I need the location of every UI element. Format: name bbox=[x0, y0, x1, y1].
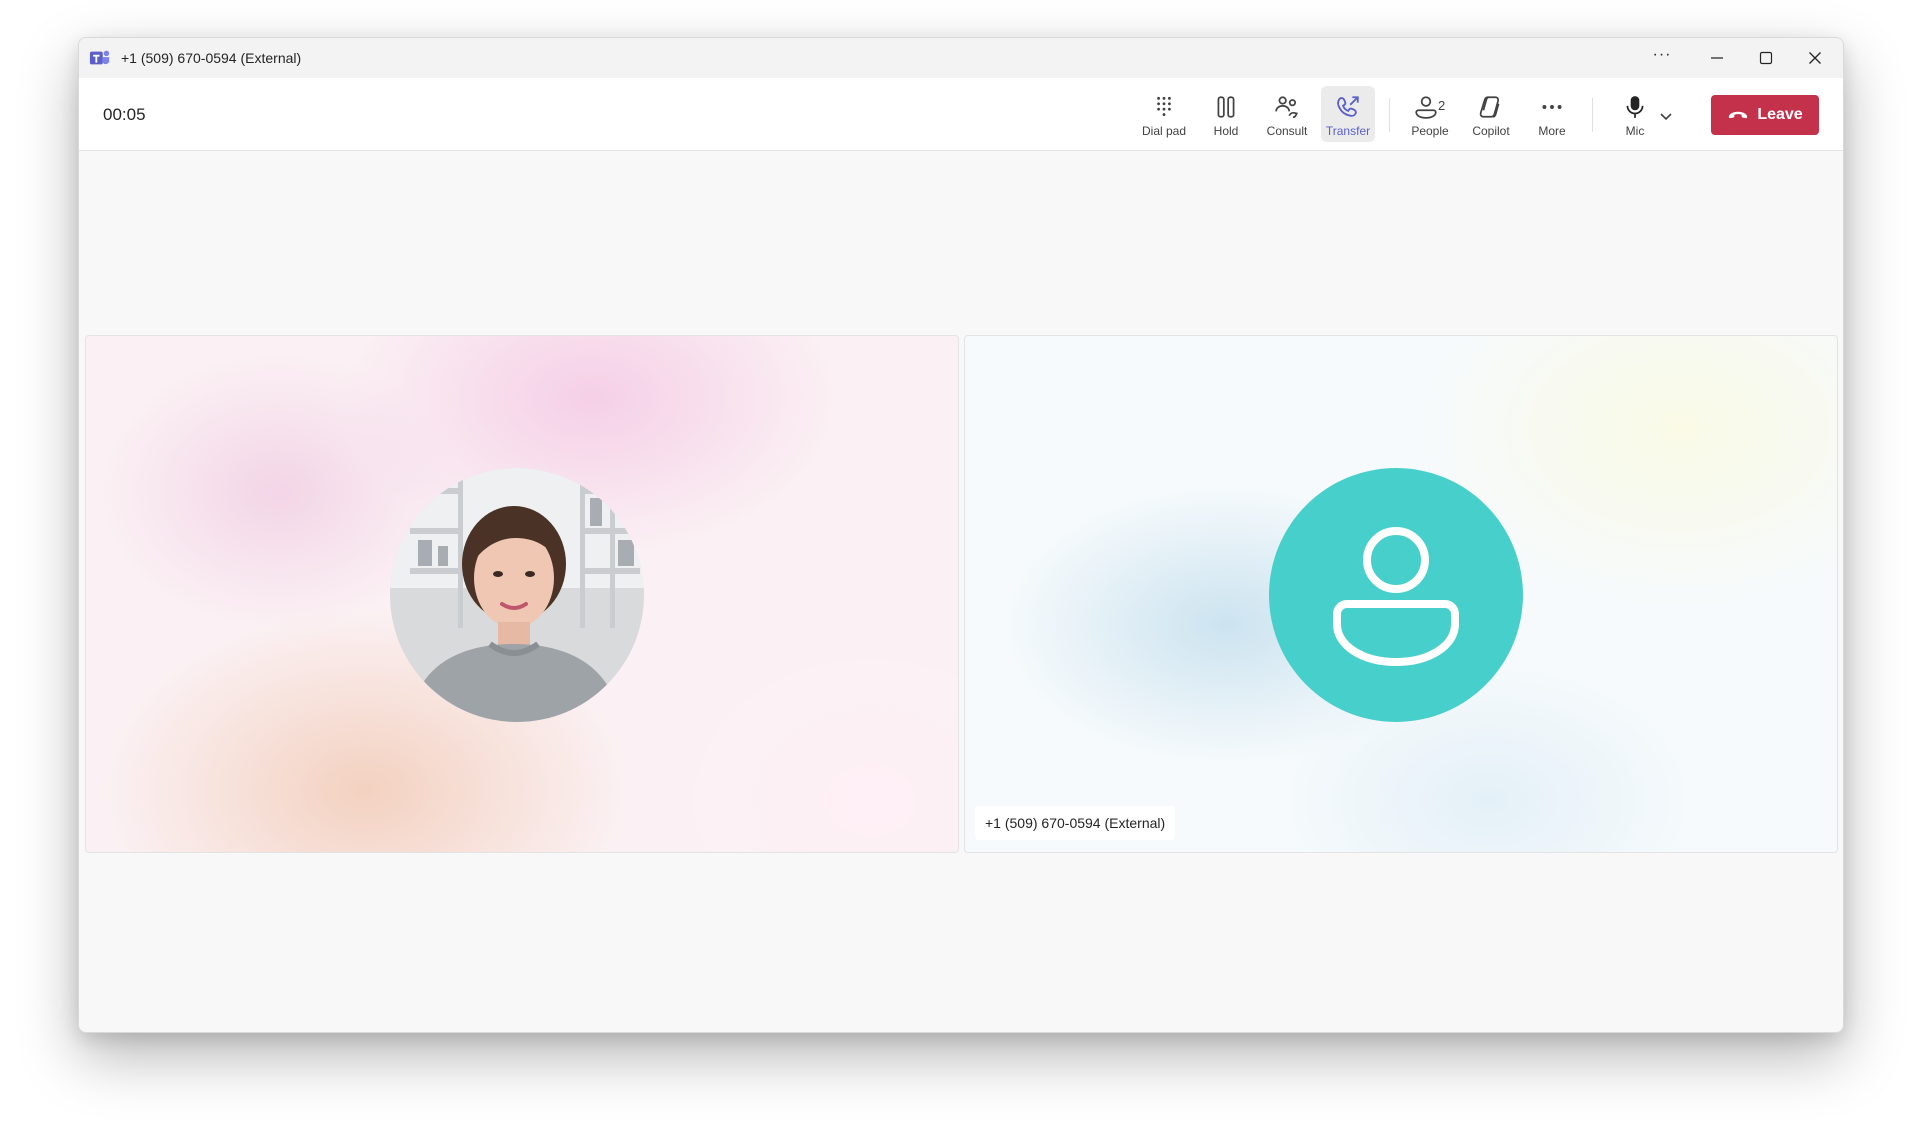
people-count: 2 bbox=[1438, 98, 1446, 113]
leave-button[interactable]: Leave bbox=[1711, 95, 1819, 135]
chevron-down-icon[interactable] bbox=[1656, 106, 1676, 126]
dial-pad-label: Dial pad bbox=[1141, 124, 1187, 138]
call-timer: 00:05 bbox=[103, 105, 146, 124]
participant-name-tag: +1 (509) 670-0594 (External) bbox=[975, 806, 1176, 840]
minimize-icon bbox=[1710, 57, 1723, 59]
window-more-button[interactable]: ··· bbox=[1634, 38, 1690, 75]
more-button[interactable]: More bbox=[1525, 86, 1579, 142]
copilot-icon bbox=[1479, 96, 1500, 118]
consult-button[interactable]: Consult bbox=[1260, 86, 1314, 142]
pause-icon bbox=[1217, 96, 1235, 118]
call-toolbar: 00:05 Dial pad Hold Consult Transfer 2 P… bbox=[79, 78, 1843, 151]
copilot-button[interactable]: Copilot bbox=[1464, 86, 1518, 142]
mic-button[interactable]: Mic bbox=[1608, 86, 1662, 142]
dial-pad-icon bbox=[1157, 96, 1171, 116]
participant-avatar bbox=[1269, 468, 1523, 722]
copilot-label: Copilot bbox=[1472, 124, 1510, 138]
close-button[interactable] bbox=[1790, 38, 1839, 78]
participant-photo-avatar bbox=[390, 468, 644, 722]
transfer-label: Transfer bbox=[1325, 124, 1371, 138]
maximize-button[interactable] bbox=[1741, 38, 1790, 78]
close-icon bbox=[1808, 52, 1821, 64]
participant-photo bbox=[390, 468, 644, 722]
hold-label: Hold bbox=[1213, 124, 1239, 138]
person-icon bbox=[1415, 96, 1437, 119]
minimize-button[interactable] bbox=[1692, 38, 1741, 78]
microphone-icon bbox=[1626, 96, 1644, 118]
call-window: +1 (509) 670-0594 (External) ··· 00:05 D… bbox=[78, 37, 1844, 1033]
people-label: People bbox=[1411, 124, 1449, 138]
person-icon bbox=[1333, 527, 1459, 667]
more-label: More bbox=[1538, 124, 1566, 138]
people-button[interactable]: 2 People bbox=[1403, 86, 1457, 142]
teams-icon bbox=[89, 50, 110, 65]
participant-tile-external: +1 (509) 670-0594 (External) bbox=[964, 335, 1838, 853]
consult-label: Consult bbox=[1266, 124, 1308, 138]
title-bar: +1 (509) 670-0594 (External) ··· bbox=[79, 38, 1843, 78]
hold-button[interactable]: Hold bbox=[1199, 86, 1253, 142]
window-title: +1 (509) 670-0594 (External) bbox=[121, 50, 302, 66]
leave-label: Leave bbox=[1757, 106, 1803, 123]
toolbar-divider bbox=[1389, 98, 1390, 132]
hang-up-icon bbox=[1729, 111, 1748, 119]
more-icon bbox=[1542, 105, 1562, 109]
participant-tile-self bbox=[85, 335, 959, 853]
mic-label: Mic bbox=[1625, 124, 1645, 138]
transfer-button[interactable]: Transfer bbox=[1321, 86, 1375, 142]
maximize-icon bbox=[1759, 51, 1772, 65]
toolbar-divider bbox=[1592, 98, 1593, 132]
consult-icon bbox=[1275, 96, 1299, 119]
phone-transfer-icon bbox=[1337, 96, 1359, 117]
dial-pad-button[interactable]: Dial pad bbox=[1137, 86, 1191, 142]
